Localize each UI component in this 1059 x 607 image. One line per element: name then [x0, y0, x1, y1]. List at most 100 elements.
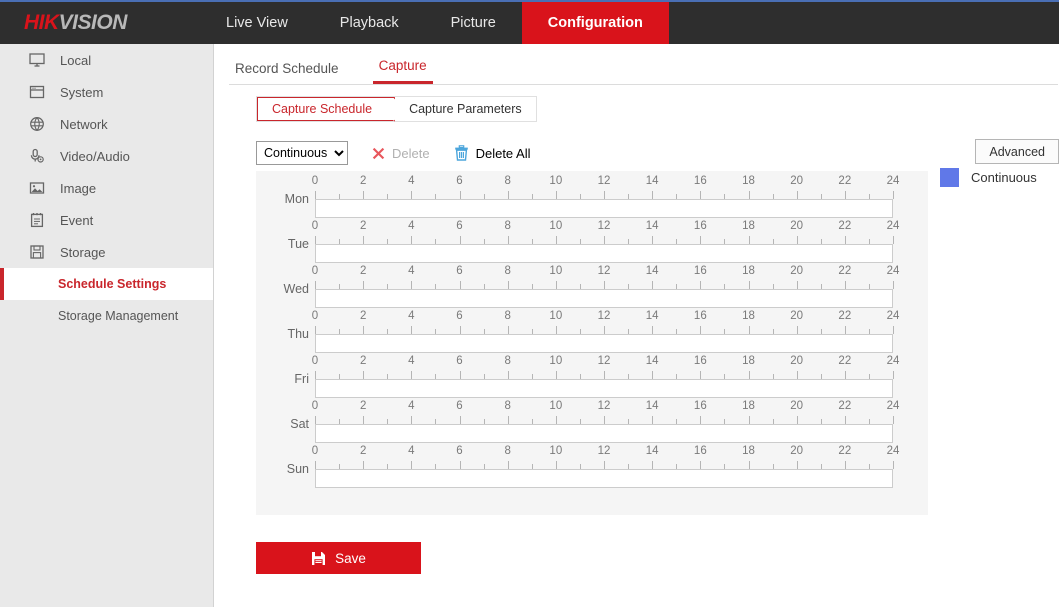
sidebar-item-label: Network [60, 117, 108, 132]
ruler-tick-major [797, 461, 798, 469]
ruler-hour-label: 4 [408, 355, 414, 367]
hikvision-logo: HIKVISION [0, 2, 200, 44]
sidebar-item-label: System [60, 85, 103, 100]
ruler-hour-label: 4 [408, 175, 414, 187]
ruler-tick-major [411, 191, 412, 199]
ruler-hour-label: 4 [408, 310, 414, 322]
sidebar-item-system[interactable]: System [0, 76, 213, 108]
ruler-hour-label: 6 [456, 220, 462, 232]
sidebar-subitem-label: Storage Management [58, 309, 178, 323]
legend-label-continuous: Continuous [971, 170, 1037, 185]
ruler-hour-label: 4 [408, 400, 414, 412]
ruler-tick-major [797, 236, 798, 244]
sidebar-item-schedule-settings[interactable]: Schedule Settings [0, 268, 213, 300]
ruler-hour-label: 14 [646, 400, 659, 412]
sidebar-item-label: Storage [60, 245, 106, 260]
schedule-row: Tue024681012141618202224 [256, 216, 928, 261]
ruler-tick-major [411, 281, 412, 289]
sidebar-item-image[interactable]: Image [0, 172, 213, 204]
schedule-day-label: Sun [261, 462, 309, 476]
schedule-track-sun[interactable] [315, 469, 893, 488]
delete-button[interactable]: Delete [372, 146, 430, 161]
ruler-tick-major [363, 191, 364, 199]
ruler-hour-label: 24 [887, 310, 900, 322]
ruler-hour-label: 18 [742, 445, 755, 457]
subtab-capture-parameters[interactable]: Capture Parameters [395, 97, 536, 121]
ruler-hour-label: 22 [838, 175, 851, 187]
ruler-tick-major [845, 461, 846, 469]
ruler-tick-major [604, 371, 605, 379]
sidebar-item-local[interactable]: Local [0, 44, 213, 76]
sidebar-item-video-audio[interactable]: Video/Audio [0, 140, 213, 172]
ruler-hour-label: 6 [456, 400, 462, 412]
subtab-capture-schedule[interactable]: Capture Schedule [257, 97, 395, 121]
sidebar-item-label: Local [60, 53, 91, 68]
ruler-hour-label: 10 [549, 175, 562, 187]
ruler-tick-major [749, 461, 750, 469]
tab-record-schedule[interactable]: Record Schedule [229, 61, 345, 84]
ruler-hour-label: 16 [694, 400, 707, 412]
tab-capture[interactable]: Capture [373, 58, 433, 84]
ruler-hour-label: 22 [838, 355, 851, 367]
sidebar-item-storage-management[interactable]: Storage Management [0, 300, 213, 332]
schedule-toolbar: Continuous Delete Delete All Advanced [256, 139, 1059, 167]
ruler-hour-label: 24 [887, 355, 900, 367]
ruler-tick-major [315, 236, 316, 244]
schedule-ruler: 024681012141618202224 [315, 312, 893, 334]
ruler-tick-major [700, 371, 701, 379]
ruler-tick-major [652, 416, 653, 424]
ruler-hour-label: 14 [646, 310, 659, 322]
ruler-hour-label: 2 [360, 220, 366, 232]
ruler-tick-major [556, 461, 557, 469]
ruler-hour-label: 20 [790, 220, 803, 232]
monitor-icon [26, 50, 48, 70]
ruler-hour-label: 12 [598, 355, 611, 367]
ruler-hour-label: 8 [504, 265, 510, 277]
ruler-hour-label: 18 [742, 400, 755, 412]
nav-tab-configuration[interactable]: Configuration [522, 2, 669, 44]
ruler-tick-major [700, 461, 701, 469]
ruler-tick-major [845, 416, 846, 424]
save-button-label: Save [335, 551, 366, 566]
ruler-tick-major [460, 281, 461, 289]
delete-all-button[interactable]: Delete All [454, 145, 531, 161]
sidebar-item-network[interactable]: Network [0, 108, 213, 140]
ruler-tick-major [315, 281, 316, 289]
ruler-hour-label: 20 [790, 400, 803, 412]
logo-vision-text: VISION [59, 11, 127, 35]
ruler-tick-major [700, 191, 701, 199]
ruler-tick-major [749, 326, 750, 334]
nav-tab-live-view[interactable]: Live View [200, 2, 314, 44]
schedule-ruler: 024681012141618202224 [315, 177, 893, 199]
advanced-button[interactable]: Advanced [975, 139, 1059, 164]
ruler-tick-major [460, 371, 461, 379]
sidebar-item-event[interactable]: Event [0, 204, 213, 236]
ruler-tick-major [652, 371, 653, 379]
schedule-ruler: 024681012141618202224 [315, 447, 893, 469]
ruler-hour-label: 20 [790, 355, 803, 367]
ruler-tick-major [315, 371, 316, 379]
ruler-tick-major [797, 281, 798, 289]
nav-tab-picture[interactable]: Picture [425, 2, 522, 44]
microphone-icon [26, 146, 48, 166]
ruler-tick-major [315, 461, 316, 469]
ruler-hour-label: 4 [408, 220, 414, 232]
nav-tab-playback[interactable]: Playback [314, 2, 425, 44]
ruler-tick-major [363, 416, 364, 424]
ruler-hour-label: 0 [312, 175, 318, 187]
schedule-row: Sun 024681012141618202224 [256, 441, 928, 486]
ruler-hour-label: 16 [694, 175, 707, 187]
ruler-tick-major [508, 281, 509, 289]
ruler-tick-major [460, 326, 461, 334]
ruler-tick-major [797, 191, 798, 199]
ruler-tick-major [845, 191, 846, 199]
trash-icon [454, 145, 469, 161]
schedule-type-select[interactable]: Continuous [256, 141, 348, 165]
ruler-tick-major [604, 461, 605, 469]
ruler-hour-label: 22 [838, 445, 851, 457]
ruler-tick-major [411, 326, 412, 334]
main-navigation: Live View Playback Picture Configuration [200, 2, 669, 44]
ruler-tick-major [797, 371, 798, 379]
sidebar-item-storage[interactable]: Storage [0, 236, 213, 268]
save-button[interactable]: Save [256, 542, 421, 574]
